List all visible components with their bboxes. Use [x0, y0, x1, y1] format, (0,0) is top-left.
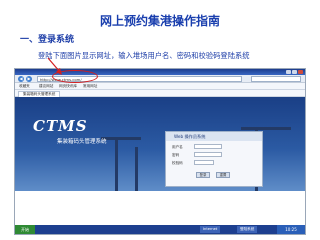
favorites-item[interactable]: 建议网站	[39, 83, 53, 90]
instruction-text: 登陆下面图片显示网址，输入堆场用户名、密码和校验码登陆系统	[38, 51, 250, 60]
taskbar: 开始 Internet 登陆系统 10:25	[15, 225, 305, 234]
taskbar-item[interactable]: 登陆系统	[237, 226, 258, 233]
back-icon[interactable]: ◀	[18, 76, 24, 82]
reset-button[interactable]: 重置	[216, 172, 230, 178]
password-label: 密码	[172, 153, 180, 157]
favorites-item[interactable]: 收藏夹	[19, 83, 30, 90]
url-highlight-circle	[52, 70, 98, 83]
login-panel: Web 操作员系统 用户名 密码 校验码 登录 重置	[165, 131, 263, 187]
close-icon[interactable]	[298, 70, 303, 74]
ctms-logo: CTMS	[33, 117, 88, 135]
slide-title: 网上预约集港操作指南	[99, 14, 220, 28]
start-button[interactable]: 开始	[15, 225, 35, 234]
command-bar: 集装箱码头管理系统	[15, 90, 305, 97]
favorites-item[interactable]: 网页快讯库	[59, 83, 77, 90]
crane-illustration	[115, 137, 118, 191]
username-label: 用户名	[172, 145, 183, 149]
ctms-banner: CTMS 集装箱码头管理系统 Web 操作员系统 用户名 密码 校验码 登录 重…	[15, 97, 305, 191]
section-heading: 一、登录系统	[20, 35, 75, 45]
login-title: Web 操作员系统	[166, 132, 262, 141]
favorites-bar: 收藏夹 建议网站 网页快讯库 常用网址	[15, 83, 305, 90]
crane-illustration	[135, 147, 138, 191]
maximize-icon[interactable]	[292, 70, 297, 74]
page-content: CTMS 集装箱码头管理系统 Web 操作员系统 用户名 密码 校验码 登录 重…	[15, 97, 305, 227]
crane-illustration	[241, 127, 291, 130]
username-input[interactable]	[194, 144, 222, 149]
crane-illustration	[101, 137, 141, 140]
password-input[interactable]	[194, 152, 222, 157]
search-input[interactable]	[251, 76, 301, 82]
taskbar-item[interactable]: Internet	[200, 226, 221, 233]
captcha-input[interactable]	[194, 160, 214, 165]
browser-screenshot: ◀ ▶ http://www.ctms.com/ 收藏夹 建议网站 网页快讯库 …	[14, 68, 306, 235]
forward-icon[interactable]: ▶	[26, 76, 32, 82]
captcha-label: 校验码	[172, 161, 183, 165]
system-subtitle: 集装箱码头管理系统	[57, 139, 107, 145]
taskbar-clock: 10:25	[277, 225, 305, 234]
login-button[interactable]: 登录	[196, 172, 210, 178]
minimize-icon[interactable]	[286, 70, 291, 74]
favorites-item[interactable]: 常用网址	[83, 83, 97, 90]
